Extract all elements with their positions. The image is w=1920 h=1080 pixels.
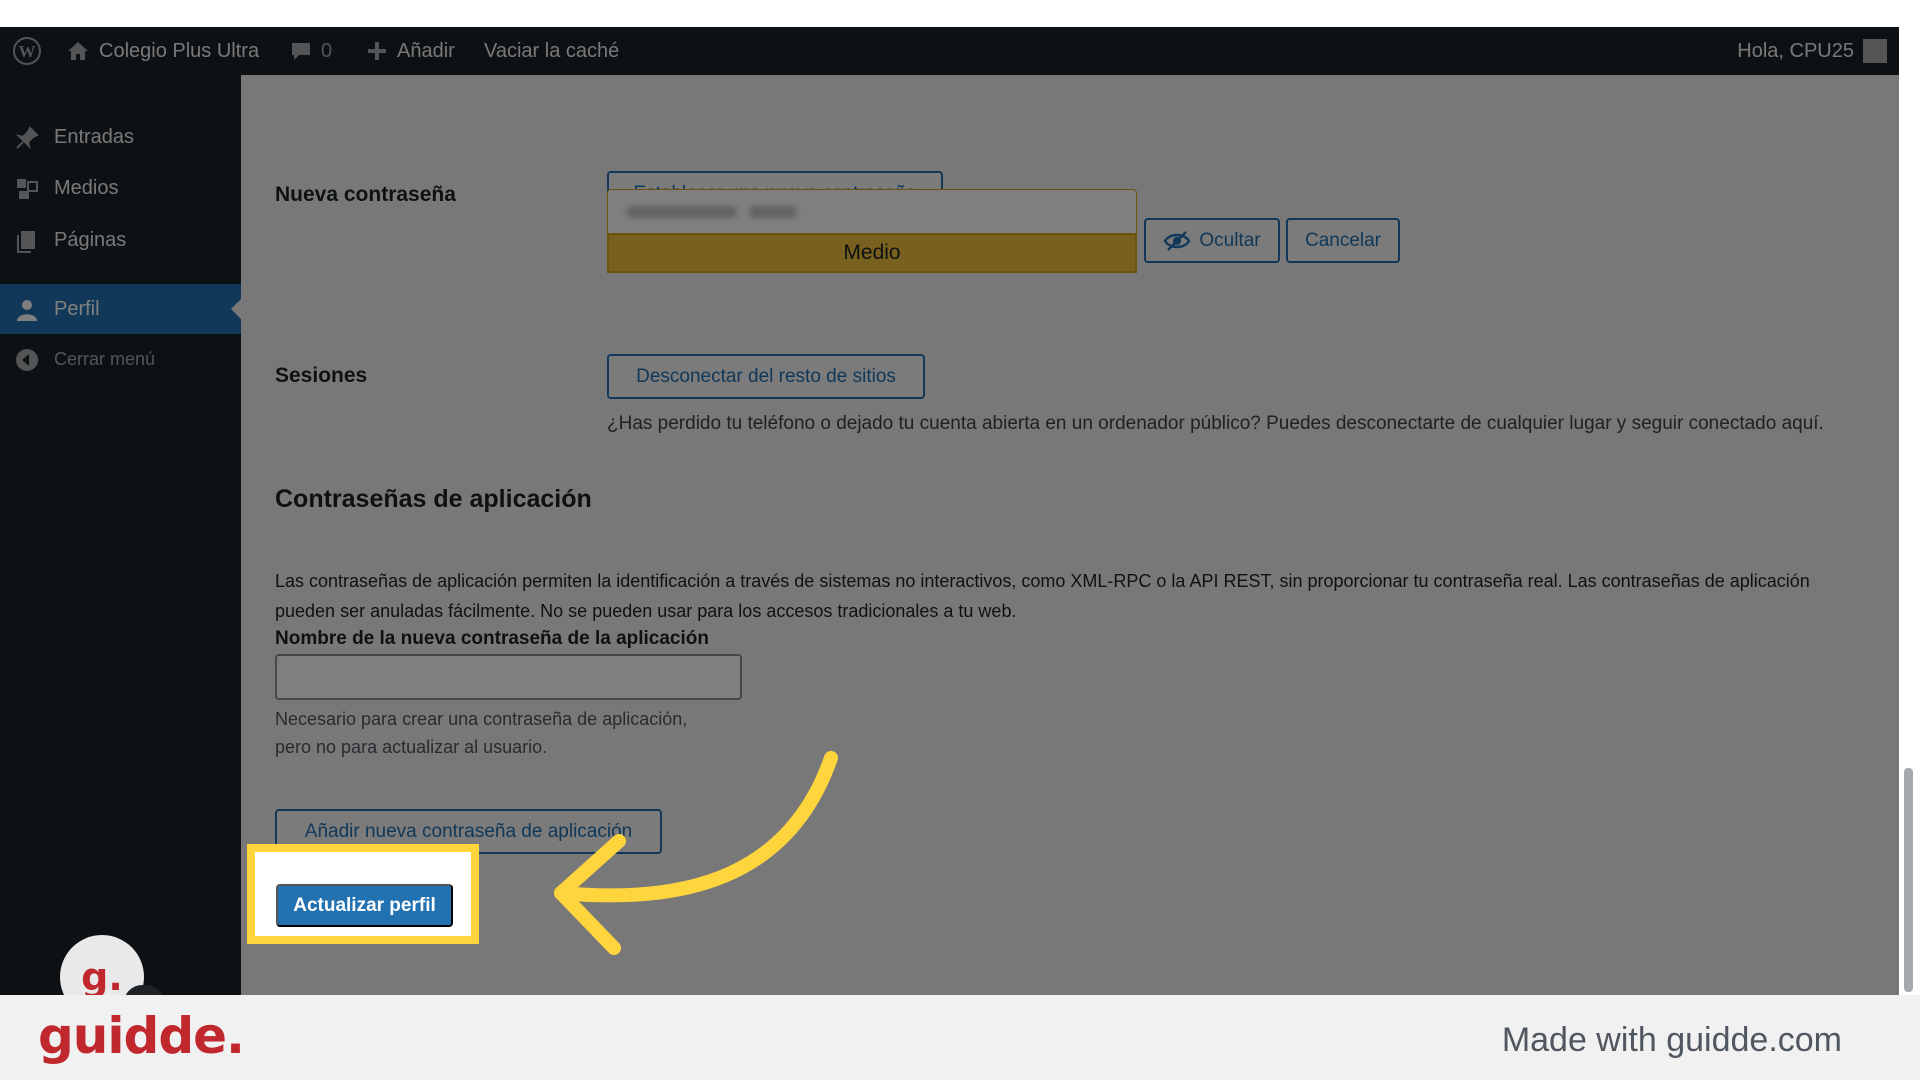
update-profile-button[interactable]: Actualizar perfil <box>276 884 453 927</box>
pin-icon <box>15 126 39 150</box>
new-password-input[interactable] <box>607 189 1137 233</box>
collapse-icon <box>16 349 38 371</box>
comment-icon <box>292 43 310 60</box>
admin-bar: W Colegio Plus Ultra 0 Añadir Vaciar la … <box>0 27 1899 75</box>
clear-cache-label: Vaciar la caché <box>484 39 620 62</box>
made-with-text: Made with guidde.com <box>1501 1021 1842 1059</box>
sidebar-item-paginas[interactable]: Páginas <box>0 215 241 265</box>
add-new-label: Añadir <box>397 39 455 62</box>
wordpress-logo-icon[interactable]: W <box>12 27 42 75</box>
user-avatar <box>1863 39 1887 63</box>
sidebar-item-label: Perfil <box>54 297 100 320</box>
sidebar-item-label: Entradas <box>54 125 135 148</box>
sessions-label: Sesiones <box>275 364 368 387</box>
greeting: Hola, CPU25 <box>1737 39 1854 62</box>
sessions-description: ¿Has perdido tu teléfono o dejado tu cue… <box>607 413 1824 434</box>
app-password-name-label: Nombre de la nueva contraseña de la apli… <box>275 628 709 649</box>
password-value-blurred <box>626 205 826 218</box>
comments-link[interactable]: 0 <box>290 27 332 75</box>
plus-icon <box>368 42 386 60</box>
sidebar-item-label: Páginas <box>54 228 127 251</box>
comments-count: 0 <box>321 39 333 62</box>
current-menu-pointer <box>231 299 241 319</box>
add-new-link[interactable]: Añadir <box>366 27 455 75</box>
eye-slash-icon <box>1163 230 1191 251</box>
sidebar-item-medios[interactable]: Medios <box>0 163 241 213</box>
media-icon <box>17 179 38 199</box>
sidebar-item-entradas[interactable]: Entradas <box>0 112 241 162</box>
highlight-frame: Actualizar perfil <box>247 844 479 944</box>
clear-cache-link[interactable]: Vaciar la caché <box>484 27 619 75</box>
svg-text:W: W <box>19 42 36 61</box>
sidebar-item-label: Medios <box>54 176 119 199</box>
app-password-name-input[interactable] <box>275 654 742 700</box>
app-passwords-title: Contraseñas de aplicación <box>275 485 592 513</box>
site-name: Colegio Plus Ultra <box>99 39 260 62</box>
user-icon <box>17 300 37 321</box>
cancel-password-button[interactable]: Cancelar <box>1286 218 1400 263</box>
guidde-footer: guidde. Made with guidde.com <box>0 995 1920 1080</box>
pages-icon <box>17 231 35 253</box>
admin-sidebar: Entradas Medios Páginas Perfil Cerrar me… <box>0 75 241 995</box>
scrollbar-thumb[interactable] <box>1904 768 1913 992</box>
password-strength-meter: Medio <box>607 233 1137 273</box>
guidde-logo: guidde. <box>38 1007 245 1065</box>
profile-content: Nueva contraseña Establecer una nueva co… <box>241 75 1899 995</box>
home-icon <box>68 42 88 60</box>
app-passwords-description: Las contraseñas de aplicación permiten l… <box>275 571 1810 621</box>
hide-password-button[interactable]: Ocultar <box>1144 218 1280 263</box>
curved-arrow-icon <box>554 751 838 955</box>
hide-password-label: Ocultar <box>1199 229 1261 251</box>
site-name-link[interactable]: Colegio Plus Ultra <box>66 27 259 75</box>
new-password-label: Nueva contraseña <box>275 183 456 206</box>
sidebar-item-perfil[interactable]: Perfil <box>0 284 241 334</box>
sidebar-item-label: Cerrar menú <box>54 348 156 369</box>
sidebar-collapse-menu[interactable]: Cerrar menú <box>0 334 241 384</box>
logout-everywhere-button[interactable]: Desconectar del resto de sitios <box>607 354 925 399</box>
my-account-link[interactable]: Hola, CPU25 <box>1737 27 1887 75</box>
